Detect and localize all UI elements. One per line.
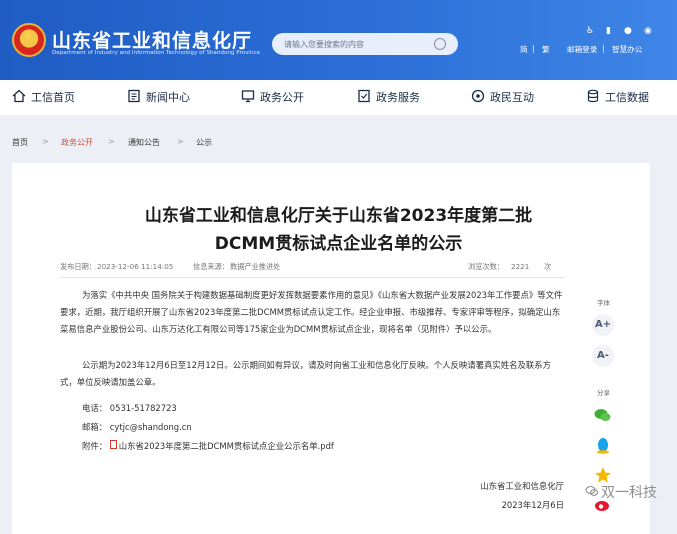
font-increase-button[interactable]: A+ [592, 314, 614, 336]
article-title-line2: DCMM贯标试点企业名单的公示 [214, 234, 463, 254]
nav-item-label: 新闻中心 [146, 91, 190, 104]
pdf-icon [109, 440, 117, 449]
nav-item-gov-service[interactable]: 政务服务 [357, 89, 420, 107]
publish-date: 2023-12-06 11:14:05 [97, 262, 174, 271]
accessibility-tools: ♿ ▮ ● ◉ [586, 25, 666, 37]
top-links: 简 | 繁 邮箱登录 | 智慧办公 [520, 44, 670, 58]
wechat-icon[interactable]: ● [624, 25, 632, 37]
interaction-icon [471, 89, 485, 103]
signature-org: 山东省工业和信息化厅 [480, 481, 564, 491]
breadcrumb-separator: > [108, 137, 115, 146]
link-divider: | [532, 44, 535, 53]
source-value: 数据产业推进处 [230, 262, 281, 271]
views-count: 2221 [511, 262, 530, 271]
source-label: 信息来源： [193, 262, 229, 271]
wechat-watermark-icon [585, 485, 599, 496]
search-input[interactable] [284, 36, 424, 52]
breadcrumb-gov-public[interactable]: 政务公开 [61, 137, 93, 148]
mail-login-link[interactable]: 邮箱登录 [567, 44, 597, 55]
monitor-icon [241, 90, 255, 103]
attachment-link[interactable]: 山东省2023年度第二批DCMM贯标试点企业公示名单.pdf [119, 441, 334, 451]
site-subtitle: Department of Industry and Information T… [52, 50, 261, 56]
simplified-link[interactable]: 简 [520, 44, 528, 55]
traditional-link[interactable]: 繁 [542, 44, 550, 55]
breadcrumb-home[interactable]: 首页 [12, 137, 28, 148]
signature-date: 2023年12月6日 [501, 500, 564, 510]
breadcrumb-separator: > [177, 137, 184, 146]
nav-item-home[interactable]: 工信首页 [12, 89, 75, 107]
font-size-label: 字体 [597, 299, 610, 307]
attachment-label: 附件： [82, 441, 108, 451]
breadcrumb-current: 公示 [196, 138, 212, 147]
nav-item-label: 政民互动 [490, 91, 534, 104]
site-header: ★ 山东省工业和信息化厅 Department of Industry and … [0, 0, 677, 80]
publish-date-label: 发布日期： [60, 262, 96, 271]
mobile-icon[interactable]: ▮ [606, 25, 611, 37]
share-label: 分享 [597, 389, 610, 397]
nav-item-label: 工信数据 [605, 91, 649, 104]
nav-item-label: 工信首页 [31, 91, 75, 104]
wechat-share-icon[interactable] [593, 405, 613, 425]
nav-item-gov-public[interactable]: 政务公开 [241, 89, 304, 107]
home-icon [12, 89, 26, 103]
contact-phone: 电话： 0531-51782723 [82, 403, 177, 413]
views-label: 浏览次数： [468, 262, 504, 271]
contact-email: 邮箱： cytjc@shandong.cn [82, 422, 192, 432]
smart-office-link[interactable]: 智慧办公 [612, 44, 642, 55]
database-icon [587, 89, 599, 103]
news-icon [128, 89, 140, 103]
search-box[interactable] [272, 33, 458, 55]
nav-item-interaction[interactable]: 政民互动 [471, 89, 534, 107]
views-unit: 次 [544, 262, 552, 271]
site-title[interactable]: 山东省工业和信息化厅 [52, 26, 252, 53]
nav-item-label: 政务公开 [260, 91, 304, 104]
service-icon [358, 89, 370, 103]
article-title: 山东省工业和信息化厅关于山东省2023年度第二批 [144, 206, 533, 226]
nav-item-data[interactable]: 工信数据 [586, 89, 649, 107]
nav-item-label: 政务服务 [376, 91, 420, 104]
weibo-icon[interactable]: ◉ [644, 25, 652, 37]
accessibility-icon[interactable]: ♿ [586, 25, 594, 37]
article-paragraph: 为落实《中共中央 国务院关于构建数据基础制度更好发挥数据要素作用的意见》《山东省… [60, 290, 563, 334]
breadcrumb-separator: > [42, 137, 49, 146]
article-paragraph: 公示期为2023年12月6日至12月12日。公示期间如有异议，请及时向省工业和信… [60, 360, 551, 387]
qq-share-icon[interactable] [593, 435, 613, 455]
attachment-row: 附件： 山东省2023年度第二批DCMM贯标试点企业公示名单.pdf [82, 440, 334, 452]
watermark-text: 双一科技 [601, 485, 657, 501]
link-divider: | [602, 44, 605, 53]
breadcrumb-notices[interactable]: 通知公告 [128, 137, 160, 148]
main-nav: 工信首页 新闻中心 政务公开 政务服务 政民互动 工信数据 [0, 80, 677, 115]
search-icon[interactable] [434, 38, 446, 50]
font-decrease-button[interactable]: A- [592, 345, 614, 367]
nav-item-news[interactable]: 新闻中心 [127, 89, 190, 107]
divider [60, 277, 565, 278]
national-emblem-icon: ★ [12, 23, 46, 57]
